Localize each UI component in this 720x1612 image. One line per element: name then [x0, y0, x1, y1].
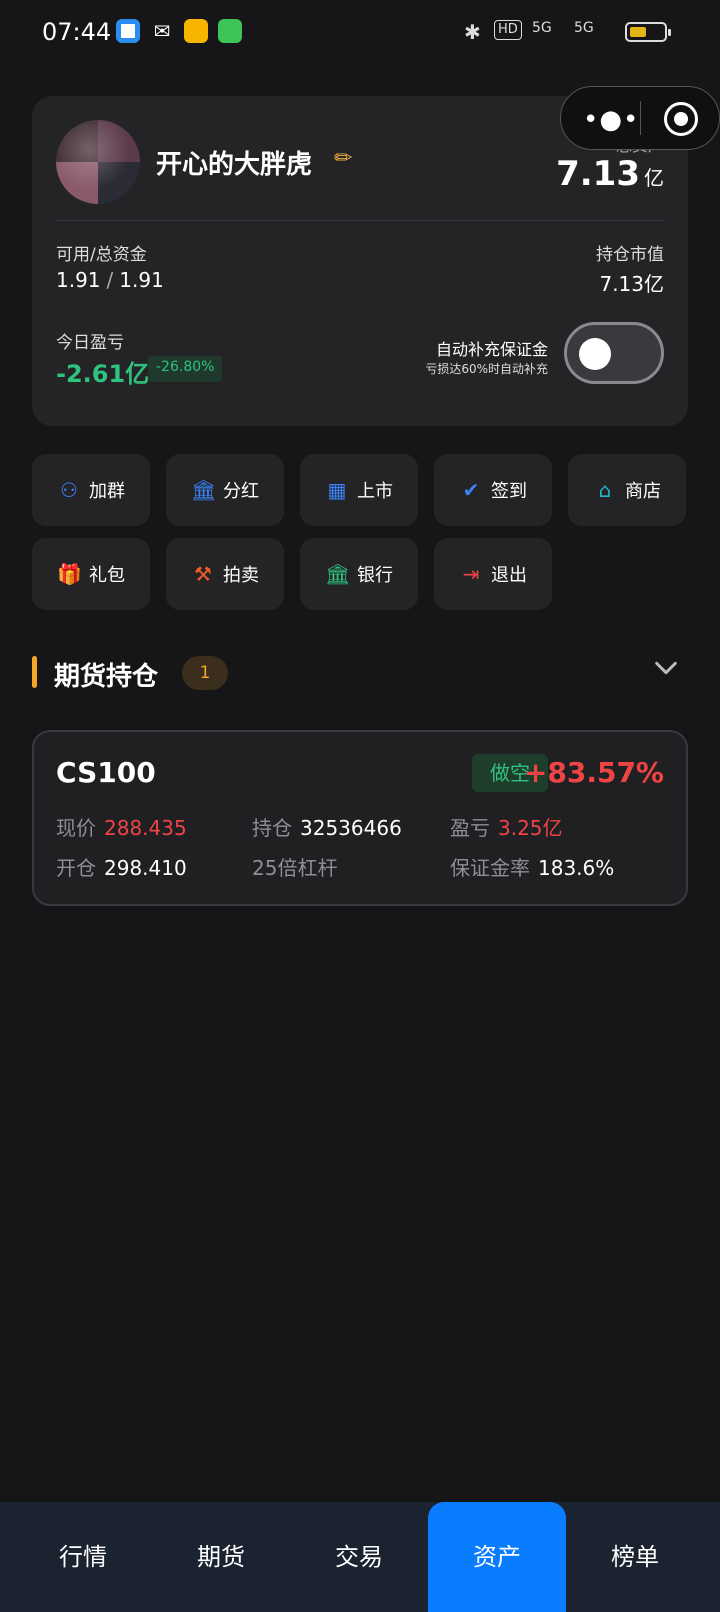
check-circle-icon: ✔ — [462, 478, 480, 502]
funds-separator: / — [106, 268, 114, 292]
position-card[interactable]: CS100 做空 +83.57% 现价 288.435 持仓 32536466 盈亏… — [32, 730, 688, 906]
action-label: 签到 — [491, 481, 527, 502]
holding-value: 32536466 — [300, 816, 402, 840]
gavel-icon: ⚒ — [194, 562, 212, 586]
auto-margin-toggle[interactable] — [564, 322, 664, 384]
pencil-icon[interactable]: ✏ — [334, 146, 352, 171]
miniprogram-capsule: •●• — [560, 86, 720, 150]
bank-icon: 🏛 — [191, 478, 217, 502]
capsule-separator — [640, 101, 641, 135]
app-notification-icon — [116, 19, 140, 43]
nav-tab-trade[interactable]: 交易 — [290, 1502, 428, 1612]
available-value: 1.91 — [56, 268, 101, 292]
total-funds-value: 1.91 — [119, 268, 164, 292]
action-join-group-button[interactable]: ⚇ 加群 — [32, 454, 150, 526]
battery-nub — [668, 29, 671, 36]
current-price-value: 288.435 — [104, 816, 187, 840]
auto-margin-label: 自动补充保证金 — [435, 340, 548, 359]
gift-icon: 🎁 — [57, 562, 82, 586]
margin-rate-label: 保证金率 — [450, 856, 530, 880]
chevron-down-icon[interactable] — [652, 654, 680, 682]
total-assets-unit: 亿 — [644, 166, 664, 190]
action-store-button[interactable]: ⌂ 商店 — [568, 454, 686, 526]
status-time: 07:44 — [42, 18, 112, 46]
store-icon: ⌂ — [598, 478, 612, 502]
daily-pnl-label: 今日盈亏 — [56, 333, 124, 353]
position-pnl-pct: +83.57% — [523, 756, 664, 789]
battery-fill — [630, 27, 646, 37]
holding: 持仓 32536466 — [252, 812, 402, 841]
holding-label: 持仓 — [252, 816, 292, 840]
action-logout-button[interactable]: ⇥ 退出 — [434, 538, 552, 610]
close-miniprogram-icon[interactable] — [664, 102, 698, 136]
available-funds-label: 可用/总资金 — [56, 245, 147, 265]
open-price-label: 开仓 — [56, 856, 96, 880]
position-pnl: 盈亏 3.25亿 — [450, 812, 563, 841]
action-auction-button[interactable]: ⚒ 拍卖 — [166, 538, 284, 610]
more-icon[interactable]: •●• — [583, 105, 639, 135]
hd-indicator: HD — [494, 20, 522, 40]
action-label: 加群 — [89, 481, 125, 502]
auto-margin-sublabel: 亏损达60%时自动补充 — [425, 362, 548, 376]
total-assets-value: 7.13 亿 — [556, 154, 664, 194]
action-label: 商店 — [625, 481, 661, 502]
wechat-icon: ✉ — [153, 19, 171, 43]
bottom-nav: 行情 期货 交易 资产 榜单 — [0, 1502, 720, 1612]
nav-tab-futures[interactable]: 期货 — [152, 1502, 290, 1612]
open-price: 开仓 298.410 — [56, 852, 187, 881]
open-price-value: 298.410 — [104, 856, 187, 880]
current-price-label: 现价 — [56, 816, 96, 840]
market-value-label: 持仓市值 — [596, 245, 664, 265]
action-listing-button[interactable]: ▦ 上市 — [300, 454, 418, 526]
action-label: 退出 — [491, 565, 527, 586]
section-accent-bar — [32, 656, 37, 688]
nav-tab-market[interactable]: 行情 — [14, 1502, 152, 1612]
action-label: 上市 — [357, 481, 393, 502]
building-icon: ▦ — [327, 478, 347, 502]
current-price: 现价 288.435 — [56, 812, 187, 841]
action-bank-button[interactable]: 🏛 银行 — [300, 538, 418, 610]
daily-pnl-value: -2.61亿 — [56, 360, 150, 388]
action-label: 分红 — [223, 481, 259, 502]
action-checkin-button[interactable]: ✔ 签到 — [434, 454, 552, 526]
bank-icon: 🏛 — [325, 562, 351, 586]
action-label: 拍卖 — [223, 565, 259, 586]
total-assets-number: 7.13 — [556, 154, 640, 194]
action-dividend-button[interactable]: 🏛 分红 — [166, 454, 284, 526]
leverage-label: 25倍杠杆 — [252, 856, 338, 880]
nickname: 开心的大胖虎 — [156, 150, 313, 180]
status-bar: 07:44 ✉ ✱ HD 5G 5G — [0, 0, 720, 64]
available-funds-value: 1.91/1.91 — [56, 268, 164, 292]
group-icon: ⚇ — [60, 478, 78, 502]
logout-icon: ⇥ — [462, 562, 480, 586]
avatar[interactable] — [56, 120, 140, 204]
bluetooth-icon: ✱ — [464, 20, 481, 44]
battery-icon — [625, 22, 671, 42]
action-label: 银行 — [357, 565, 393, 586]
action-label: 礼包 — [89, 565, 125, 586]
daily-pnl-pct-badge: -26.80% — [148, 356, 223, 382]
position-symbol: CS100 — [56, 756, 156, 789]
nav-tab-leaderboard[interactable]: 榜单 — [566, 1502, 704, 1612]
section-title: 期货持仓 — [54, 662, 159, 692]
lightbulb-app-icon — [184, 19, 208, 43]
signal-5g-secondary-label: 5G — [574, 20, 594, 36]
position-pnl-value: 3.25亿 — [498, 816, 563, 840]
leverage: 25倍杠杆 — [252, 852, 345, 881]
android-app-icon — [218, 19, 242, 43]
section-count-badge: 1 — [182, 656, 228, 690]
position-pnl-label: 盈亏 — [450, 816, 490, 840]
toggle-knob — [579, 338, 611, 370]
margin-rate-value: 183.6% — [538, 856, 615, 880]
signal-5g-label: 5G — [532, 20, 552, 36]
market-value: 7.13亿 — [599, 272, 664, 296]
divider — [56, 220, 664, 221]
signal-5g-icon: 5G — [532, 20, 552, 44]
nav-tab-assets[interactable]: 资产 — [428, 1502, 566, 1612]
action-gift-button[interactable]: 🎁 礼包 — [32, 538, 150, 610]
signal-5g-secondary-icon: 5G — [574, 20, 594, 44]
margin-rate: 保证金率 183.6% — [450, 852, 614, 881]
